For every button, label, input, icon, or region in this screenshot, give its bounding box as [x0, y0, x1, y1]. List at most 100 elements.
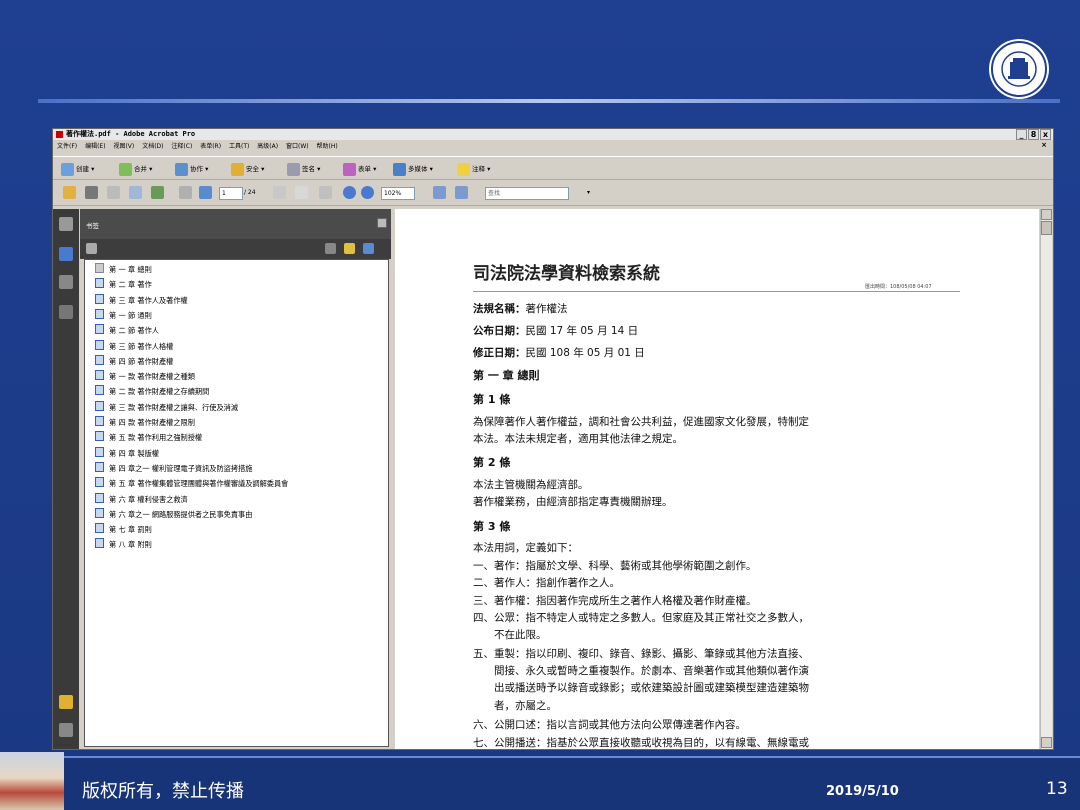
menu-tools[interactable]: 工具(T) [229, 143, 249, 150]
bookmark-item[interactable]: 第 四 節 著作財產權 [95, 354, 173, 367]
bookmark-item[interactable]: 第 二 章 著作 [95, 278, 152, 290]
article-text: 為保障著作人著作權益，調和社會公共利益，促進國家文化發展，特制定 [473, 416, 809, 428]
email-icon[interactable] [129, 186, 142, 199]
slide-page-number: 13 [1046, 779, 1068, 799]
scroll-down-button[interactable] [1041, 737, 1052, 748]
article-text: 出或播送時予以錄音或錄影；或依建築設計圖或建築模型建造建築物 [494, 682, 809, 694]
fit-width-icon[interactable] [455, 186, 468, 199]
bookmark-item[interactable]: 第 六 章之一 網路服務提供者之民事免責事由 [95, 507, 252, 520]
bookmark-list: 第 一 章 總則 第 二 章 著作 第 三 章 著作人及著作權 第 一 節 通則… [84, 259, 389, 747]
bookmark-item[interactable]: 第 三 節 著作人格權 [95, 339, 173, 352]
page-number-input[interactable]: 1 [219, 187, 243, 200]
sign-button[interactable]: 签名 ▾ [287, 161, 320, 177]
select-tool-icon[interactable] [273, 186, 286, 199]
bookmark-item[interactable]: 第 四 章 製版權 [95, 446, 159, 459]
bookmark-icon [95, 477, 104, 488]
comment-icon [457, 162, 470, 176]
next-page-icon[interactable] [199, 186, 212, 199]
create-button[interactable]: 创建 ▾ [61, 161, 94, 177]
panel-options-icon[interactable] [377, 218, 387, 228]
minimize-button[interactable]: _ [1016, 129, 1027, 140]
bookmark-icon [95, 400, 104, 411]
bookmark-item[interactable]: 第 六 章 權利侵害之救濟 [95, 492, 188, 505]
multimedia-button[interactable]: 多媒体 ▾ [393, 161, 433, 177]
merge-button[interactable]: 合并 ▾ [119, 161, 152, 177]
print-icon[interactable] [85, 186, 98, 199]
save-icon[interactable] [107, 186, 120, 199]
forms-button[interactable]: 表单 ▾ [343, 161, 376, 177]
expand-bookmark-icon[interactable] [363, 243, 374, 254]
sign-label: 签名 ▾ [302, 165, 321, 173]
bookmark-label: 第 三 章 著作人及著作權 [109, 295, 188, 305]
bookmark-item[interactable]: 第 一 節 通則 [95, 308, 152, 321]
bookmark-item[interactable]: 第 二 款 著作財產權之存續期間 [95, 385, 209, 397]
header-divider [38, 99, 1060, 103]
bookmark-icon [95, 507, 104, 518]
bookmark-item[interactable]: 第 一 款 著作財產權之種類 [95, 370, 195, 382]
bookmark-icon [95, 416, 104, 426]
window-title: 著作權法.pdf - Adobe Acrobat Pro [66, 130, 196, 138]
bookmark-item[interactable]: 第 三 款 著作財產權之讓與、行使及消滅 [95, 400, 238, 413]
secure-button[interactable]: 安全 ▾ [231, 161, 264, 177]
bookmarks-header: 书签 [80, 209, 391, 239]
bookmark-icon [95, 431, 104, 442]
zoom-in-icon[interactable] [361, 186, 374, 199]
collaborate-label: 协作 ▾ [190, 165, 209, 173]
bookmark-item[interactable]: 第 一 章 總則 [95, 263, 152, 275]
bookmark-label: 第 七 章 罰則 [109, 525, 152, 535]
zoom-out-icon[interactable] [343, 186, 356, 199]
menu-advanced[interactable]: 高级(A) [257, 143, 278, 150]
menu-view[interactable]: 视图(V) [113, 143, 134, 150]
comment-label: 注释 ▾ [472, 165, 491, 173]
zoom-level-input[interactable]: 102% [381, 187, 415, 200]
lock-icon [231, 162, 244, 176]
pages-icon[interactable] [59, 217, 73, 231]
menu-edit[interactable]: 编辑(E) [85, 143, 105, 150]
layers-icon[interactable] [59, 275, 73, 289]
menu-help[interactable]: 帮助(H) [317, 143, 338, 150]
bookmark-item[interactable]: 第 五 款 著作利用之強制授權 [95, 431, 202, 443]
fit-page-icon[interactable] [433, 186, 446, 199]
vertical-scrollbar[interactable] [1040, 209, 1052, 749]
bookmark-label: 第 一 章 總則 [109, 265, 152, 274]
bookmark-item[interactable]: 第 八 章 附則 [95, 538, 152, 550]
close-button[interactable]: x [1040, 129, 1051, 140]
scroll-thumb[interactable] [1041, 221, 1052, 235]
bookmark-item[interactable]: 第 五 章 著作權集體管理團體與著作權審議及調解委員會 [95, 477, 288, 489]
new-bookmark-icon[interactable] [344, 243, 355, 254]
title-divider [473, 291, 960, 292]
menu-forms[interactable]: 表单(R) [200, 143, 221, 150]
bookmark-item[interactable]: 第 三 章 著作人及著作權 [95, 293, 188, 306]
bookmark-item[interactable]: 第 四 款 著作財產權之限制 [95, 416, 195, 428]
multimedia-label: 多媒体 ▾ [408, 165, 433, 173]
open-folder-icon[interactable] [63, 186, 76, 199]
attachments-icon[interactable] [59, 723, 73, 737]
zoom-tool-icon[interactable] [319, 186, 332, 199]
bookmarks-icon[interactable] [59, 247, 73, 261]
collaborate-button[interactable]: 协作 ▾ [175, 161, 208, 177]
scroll-up-button[interactable] [1041, 209, 1052, 220]
globe-icon[interactable] [151, 186, 164, 199]
menu-document[interactable]: 文档(D) [142, 143, 163, 150]
comment-button[interactable]: 注释 ▾ [457, 161, 490, 177]
article-text: 本法主管機關為經濟部。 [473, 479, 589, 491]
document-close-button[interactable]: × [1041, 141, 1047, 149]
menu-file[interactable]: 文件(F) [57, 143, 77, 150]
search-dropdown-icon[interactable]: ▾ [587, 187, 590, 198]
signatures-icon[interactable] [59, 305, 73, 319]
menu-comments[interactable]: 注释(C) [171, 143, 192, 150]
search-input[interactable]: 查找 [485, 187, 569, 200]
bookmark-options-icon[interactable] [86, 243, 97, 254]
bookmark-item[interactable]: 第 七 章 罰則 [95, 523, 152, 535]
bookmarks-panel: 书签 第 一 章 總則 第 二 章 著作 第 三 章 著作人及著作權 第 一 節… [80, 209, 391, 747]
article-heading: 第 2 條 [473, 456, 511, 469]
hand-tool-icon[interactable] [295, 186, 308, 199]
amended-date: 民國 108 年 05 月 01 日 [525, 347, 645, 359]
restore-button[interactable]: 8 [1028, 129, 1039, 140]
comments-icon[interactable] [59, 695, 73, 709]
previous-page-icon[interactable] [179, 186, 192, 199]
delete-bookmark-icon[interactable] [325, 243, 336, 254]
bookmark-item[interactable]: 第 四 章之一 權利管理電子資訊及防盜拷措施 [95, 461, 252, 474]
bookmark-item[interactable]: 第 二 節 著作人 [95, 324, 159, 336]
menu-window[interactable]: 窗口(W) [286, 143, 309, 150]
